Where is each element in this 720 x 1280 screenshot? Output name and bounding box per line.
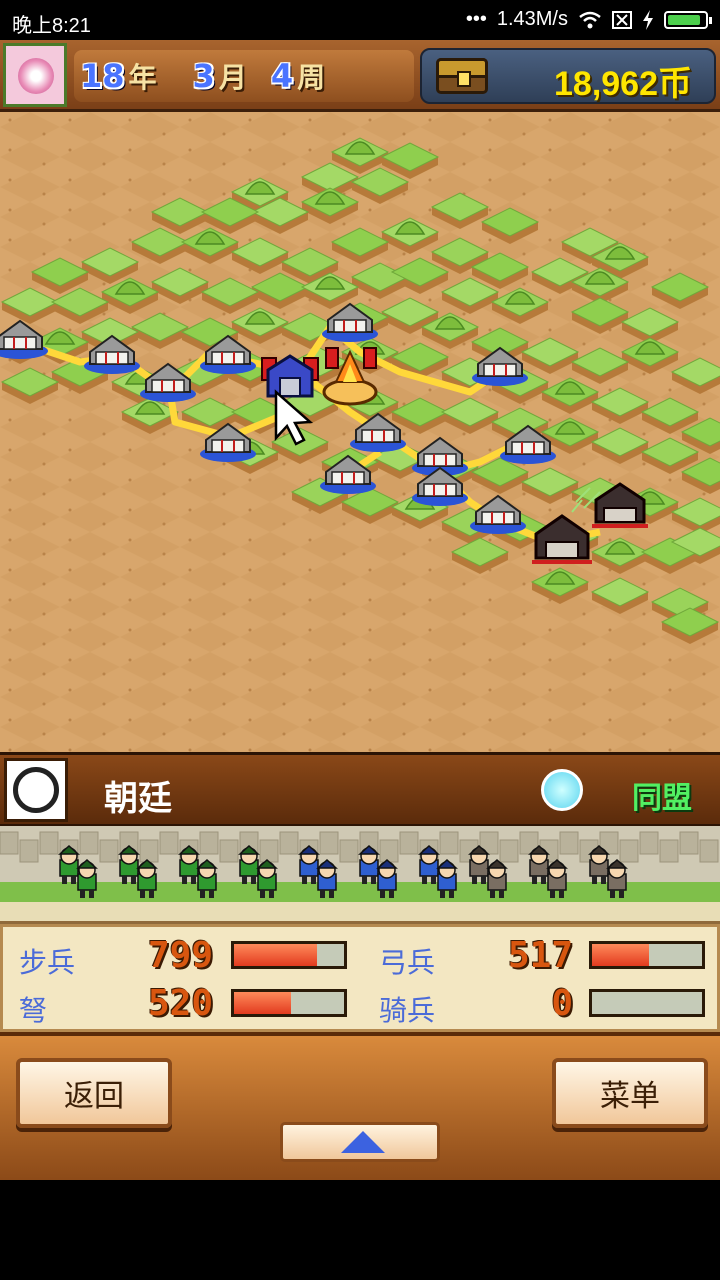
archer-label: 弓兵: [379, 946, 436, 979]
week-unit: 周: [297, 61, 326, 94]
infantry-bar: [231, 941, 347, 969]
cavalry-label: 骑兵: [379, 994, 436, 1027]
signal-dots-icon: •••: [465, 8, 487, 30]
crest-emblem-icon: [4, 758, 68, 822]
cherry-blossom-avatar-icon[interactable]: [3, 43, 67, 107]
menu-button[interactable]: 菜单: [552, 1058, 708, 1128]
smiley-face-icon: [541, 769, 583, 811]
top-hud: 18 年 3 月 4 周 18,962币: [0, 40, 720, 112]
world-map[interactable]: [0, 112, 720, 752]
money-value: 18,962币: [554, 65, 692, 103]
game-date: 18 年 3 月 4 周: [74, 50, 414, 102]
status-time: 晚上8:21: [12, 15, 91, 37]
infantry-value: 799: [147, 935, 213, 976]
network-speed: 1.43M/s: [496, 8, 568, 30]
screen-bottom: [0, 1180, 720, 1280]
expand-button[interactable]: [280, 1122, 440, 1162]
week-value: 4: [270, 57, 294, 95]
wifi-icon: [579, 11, 601, 28]
cavalry-bar: [589, 989, 705, 1017]
archer-bar-fill: [592, 944, 650, 966]
money-panel: 18,962币: [420, 48, 716, 104]
infantry-bar-fill: [234, 944, 317, 966]
sim-off-icon: [612, 10, 632, 29]
troop-formation: [0, 824, 720, 924]
crossbow-value: 520: [147, 983, 213, 1024]
year-value: 18: [80, 57, 125, 95]
month-unit: 月: [218, 61, 247, 94]
player-army-marker[interactable]: [261, 354, 319, 398]
year-unit: 年: [128, 61, 157, 94]
status-bar: 晚上8:21 ••• 1.43M/s: [0, 0, 720, 40]
relation-status: 同盟: [632, 781, 692, 816]
cavalry-value: 0: [551, 983, 573, 1024]
archer-value: 517: [507, 935, 573, 976]
bottom-controls: 返回 菜单: [0, 1032, 720, 1180]
faction-name: 朝廷: [104, 779, 172, 819]
battery-icon: [664, 10, 712, 29]
back-button[interactable]: 返回: [16, 1058, 172, 1128]
crossbow-bar-fill: [234, 992, 292, 1014]
status-icons: ••• 1.43M/s: [465, 8, 712, 31]
crossbow-bar: [231, 989, 347, 1017]
treasure-chest-icon: [436, 58, 488, 94]
troop-sprites: [0, 826, 720, 921]
archer-bar: [589, 941, 705, 969]
up-arrow-icon: [341, 1131, 385, 1153]
faction-bar[interactable]: 朝廷 同盟: [0, 752, 720, 824]
map-canvas[interactable]: [0, 112, 720, 752]
charging-icon: [643, 9, 653, 30]
infantry-label: 步兵: [19, 946, 76, 979]
army-stats-panel: 步兵 799 弓兵 517 弩 520 骑兵 0: [0, 924, 720, 1032]
crossbow-label: 弩: [19, 994, 48, 1027]
month-value: 3: [192, 57, 215, 95]
